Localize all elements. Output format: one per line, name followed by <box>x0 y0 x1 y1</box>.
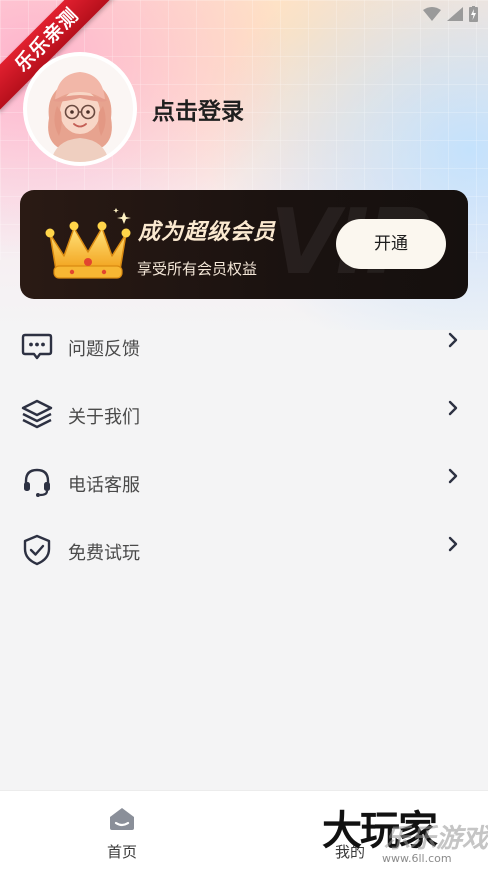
layers-icon <box>21 399 53 429</box>
chevron-right-icon <box>448 468 458 484</box>
home-icon <box>110 808 134 830</box>
menu-item-feedback[interactable]: 问题反馈 <box>0 312 488 380</box>
avatar[interactable] <box>27 56 133 162</box>
login-link[interactable]: 点击登录 <box>152 92 244 126</box>
vip-title: 成为超级会员 <box>138 220 277 245</box>
menu-item-free-trial[interactable]: 免费试玩 <box>0 516 488 584</box>
vip-subtitle: 享受所有会员权益 <box>137 260 258 278</box>
battery-charging-icon <box>469 6 478 22</box>
menu-item-label: 电话客服 <box>68 475 140 496</box>
settings-menu: 问题反馈 关于我们 电话客服 免费试玩 <box>0 312 488 584</box>
menu-item-label: 关于我们 <box>68 407 140 428</box>
tab-home-label: 首页 <box>106 843 137 861</box>
status-bar <box>423 6 478 22</box>
chevron-right-icon <box>448 400 458 416</box>
shield-check-icon <box>23 534 51 566</box>
signal-icon <box>447 7 463 21</box>
wifi-icon <box>423 7 441 21</box>
tab-home[interactable]: 首页 <box>62 791 182 870</box>
watermark-url: www.6ll.com <box>382 852 452 865</box>
crown-icon <box>45 208 131 279</box>
watermark-brand-overlay: 乐乐游戏 <box>384 824 488 854</box>
chevron-right-icon <box>448 536 458 552</box>
vip-membership-card[interactable]: VIP 成为超级会员 享受所有会员权益 开通 <box>20 190 468 299</box>
activate-vip-button[interactable]: 开通 <box>336 219 446 269</box>
chevron-right-icon <box>448 332 458 348</box>
avatar-girl-icon <box>27 56 133 162</box>
headset-icon <box>24 468 50 497</box>
site-watermark: 大玩家 乐乐游戏 www.6ll.com <box>320 798 488 868</box>
menu-item-about[interactable]: 关于我们 <box>0 380 488 448</box>
menu-item-label: 免费试玩 <box>68 543 140 564</box>
feedback-chat-icon <box>21 333 53 360</box>
menu-item-phone-support[interactable]: 电话客服 <box>0 448 488 516</box>
menu-item-label: 问题反馈 <box>68 339 140 360</box>
